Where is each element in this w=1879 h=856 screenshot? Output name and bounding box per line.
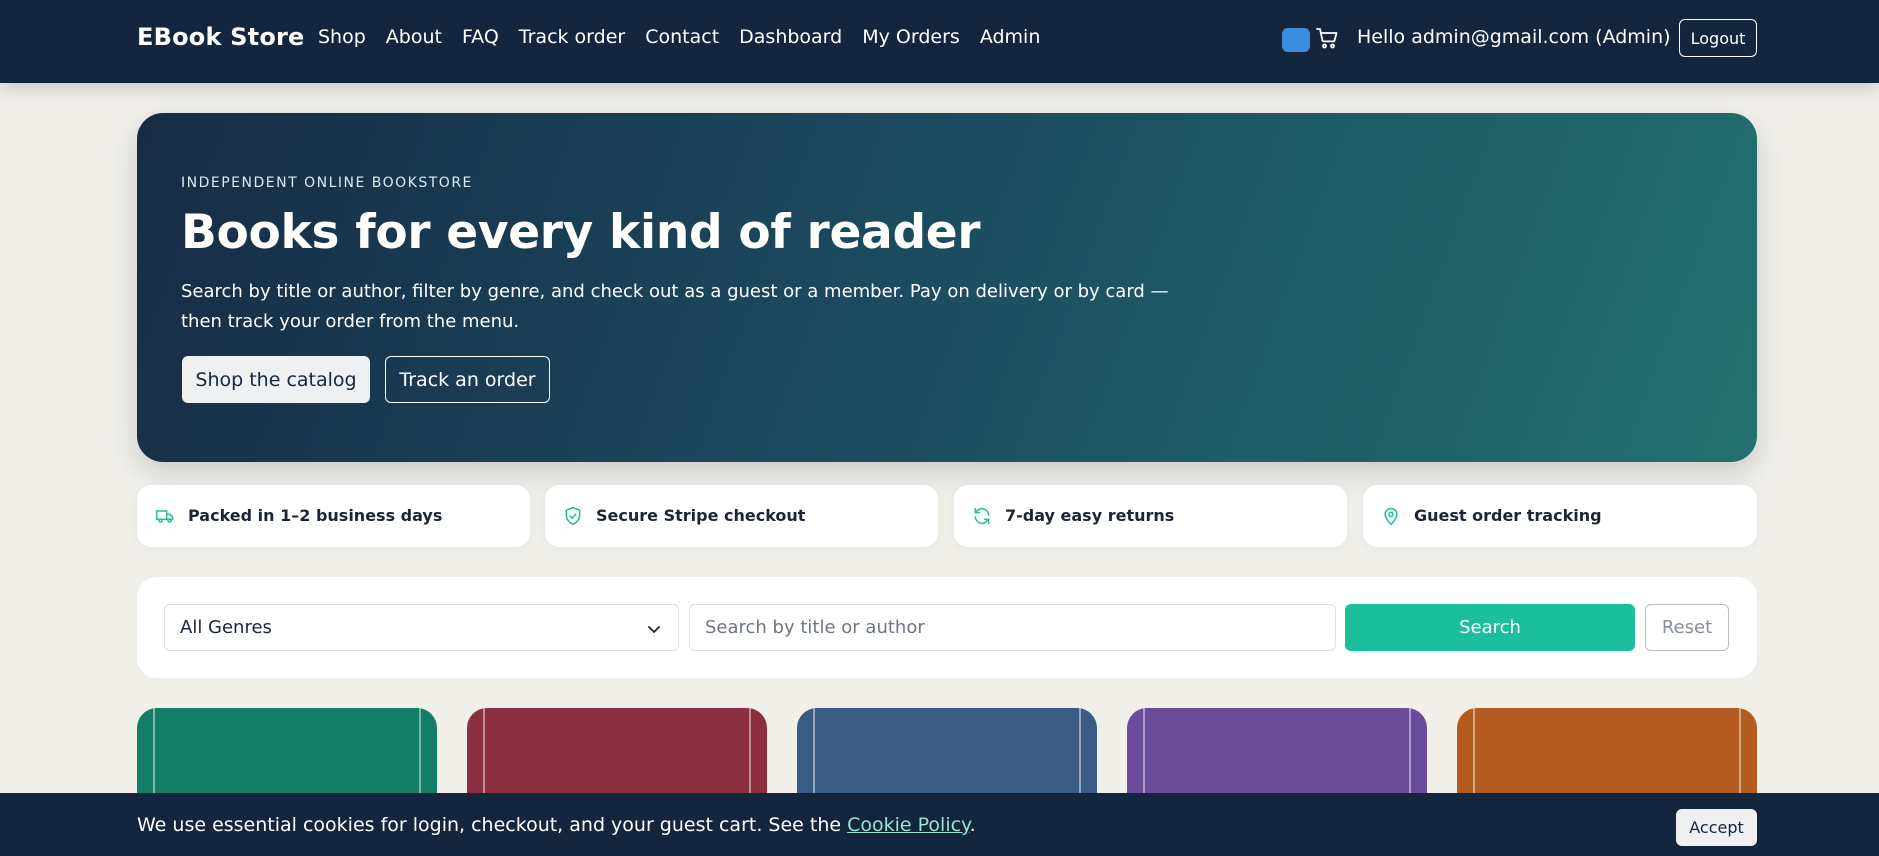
cart-count-badge[interactable] — [1282, 28, 1310, 52]
nav-link-track-order[interactable]: Track order — [519, 26, 625, 48]
search-input[interactable] — [689, 604, 1336, 651]
cookie-text: We use essential cookies for login, chec… — [137, 814, 848, 836]
nav-link-faq[interactable]: FAQ — [462, 26, 499, 48]
nav-link-contact[interactable]: Contact — [645, 26, 719, 48]
top-navbar: EBook Store Shop About FAQ Track order C… — [0, 0, 1879, 83]
feature-shipping: Packed in 1–2 business days — [137, 485, 530, 547]
chevron-down-icon — [648, 626, 660, 633]
feature-checkout: Secure Stripe checkout — [545, 485, 938, 547]
accept-cookies-button[interactable]: Accept — [1676, 809, 1757, 846]
brand-logo[interactable]: EBook Store — [137, 23, 305, 51]
hero-banner: INDEPENDENT ONLINE BOOKSTORE Books for e… — [137, 113, 1757, 462]
genre-selected-value: All Genres — [180, 617, 272, 638]
hero-title: Books for every kind of reader — [181, 205, 981, 260]
hero-subtitle: Search by title or author, filter by gen… — [181, 281, 1169, 332]
nav-link-admin[interactable]: Admin — [980, 26, 1041, 48]
track-order-button[interactable]: Track an order — [385, 356, 550, 403]
shield-check-icon — [565, 506, 581, 526]
main-nav: Shop About FAQ Track order Contact Dashb… — [318, 26, 1040, 48]
catalog-filter-bar: All Genres Search Reset — [137, 577, 1757, 678]
reset-button[interactable]: Reset — [1645, 604, 1729, 651]
user-greeting: Hello admin@gmail.com (Admin) — [1357, 26, 1671, 48]
feature-tracking: Guest order tracking — [1363, 485, 1757, 547]
refresh-icon — [974, 507, 990, 525]
cart-icon[interactable] — [1315, 26, 1339, 50]
truck-icon — [155, 510, 174, 523]
feature-label: Packed in 1–2 business days — [188, 506, 443, 525]
cookie-policy-link[interactable]: Cookie Policy — [847, 814, 969, 836]
feature-label: 7-day easy returns — [1005, 506, 1175, 525]
genre-select[interactable]: All Genres — [164, 604, 679, 651]
feature-label: Guest order tracking — [1414, 506, 1602, 525]
nav-link-shop[interactable]: Shop — [318, 26, 366, 48]
feature-label: Secure Stripe checkout — [596, 506, 806, 525]
shop-catalog-button[interactable]: Shop the catalog — [182, 356, 370, 403]
nav-link-my-orders[interactable]: My Orders — [862, 26, 960, 48]
feature-returns: 7-day easy returns — [954, 485, 1347, 547]
logout-button[interactable]: Logout — [1679, 19, 1757, 57]
cookie-consent-bar: We use essential cookies for login, chec… — [0, 793, 1879, 856]
cookie-suffix: . — [969, 814, 976, 836]
nav-link-dashboard[interactable]: Dashboard — [739, 26, 842, 48]
nav-link-about[interactable]: About — [386, 26, 442, 48]
cookie-message: We use essential cookies for login, chec… — [137, 814, 976, 836]
search-button[interactable]: Search — [1345, 604, 1635, 651]
map-pin-icon — [1384, 507, 1398, 526]
hero-eyebrow: INDEPENDENT ONLINE BOOKSTORE — [181, 175, 473, 191]
